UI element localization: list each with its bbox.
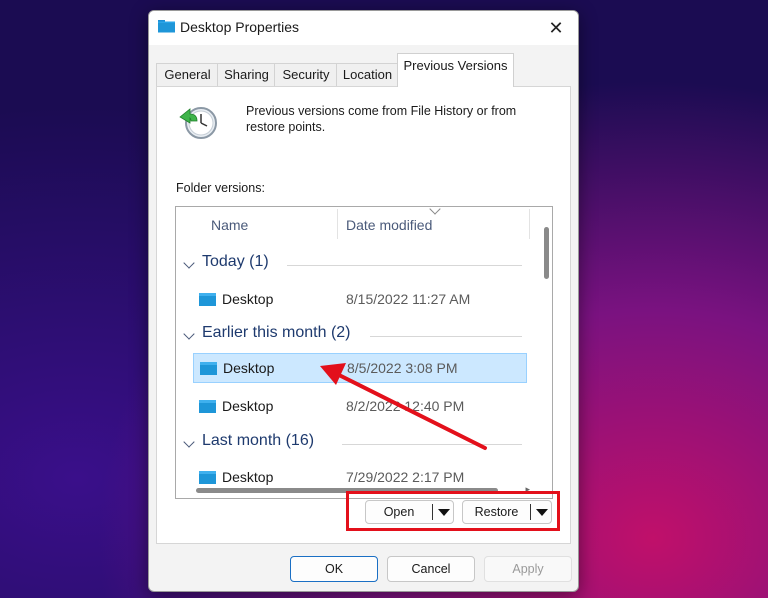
chevron-down-icon	[183, 436, 195, 448]
close-button[interactable]: ✕	[542, 15, 570, 41]
folder-icon	[199, 400, 216, 413]
group-last-month[interactable]: Last month (16)	[182, 432, 522, 456]
version-date: 7/29/2022 2:17 PM	[346, 469, 465, 485]
vertical-scrollbar[interactable]	[544, 227, 549, 279]
cancel-button[interactable]: Cancel	[387, 556, 475, 582]
chevron-down-icon	[183, 328, 195, 340]
apply-button: Apply	[484, 556, 572, 582]
version-name: Desktop	[222, 469, 274, 485]
ok-button[interactable]: OK	[290, 556, 378, 582]
versions-list[interactable]: Name Date modified Today (1) Desktop 8/1…	[175, 206, 553, 499]
group-divider	[370, 336, 522, 337]
group-title: Last month (16)	[202, 432, 315, 449]
close-icon: ✕	[548, 18, 564, 38]
version-date: 8/5/2022 3:08 PM	[347, 360, 458, 376]
title-bar[interactable]: Desktop Properties ✕	[149, 11, 578, 45]
clock-restore-icon	[179, 107, 217, 139]
group-today[interactable]: Today (1)	[182, 253, 522, 277]
group-divider	[342, 444, 522, 445]
folder-icon	[158, 20, 175, 33]
column-header-name[interactable]: Name	[211, 217, 248, 233]
tab-location[interactable]: Location	[336, 63, 399, 86]
version-name: Desktop	[222, 291, 274, 307]
window-title: Desktop Properties	[180, 19, 300, 35]
previous-versions-panel: Previous versions come from File History…	[156, 86, 571, 544]
chevron-down-icon	[183, 257, 195, 269]
version-date: 8/15/2022 11:27 AM	[346, 291, 471, 307]
tab-general[interactable]: General	[156, 63, 219, 86]
column-divider[interactable]	[337, 209, 338, 239]
info-description: Previous versions come from File History…	[246, 104, 517, 134]
column-divider[interactable]	[529, 209, 530, 239]
version-name: Desktop	[222, 398, 274, 414]
group-title: Today (1)	[202, 253, 269, 270]
version-row[interactable]: Desktop 8/2/2022 12:40 PM	[193, 392, 527, 422]
annotation-highlight-box	[346, 491, 560, 531]
tab-sharing[interactable]: Sharing	[217, 63, 276, 86]
group-title: Earlier this month (2)	[202, 324, 351, 341]
group-earlier-this-month[interactable]: Earlier this month (2)	[182, 324, 522, 348]
tab-security[interactable]: Security	[274, 63, 338, 86]
group-divider	[287, 265, 522, 266]
version-date: 8/2/2022 12:40 PM	[346, 398, 465, 414]
version-name: Desktop	[223, 360, 275, 376]
version-row-selected[interactable]: Desktop 8/5/2022 3:08 PM	[193, 353, 527, 383]
sort-indicator-icon	[429, 207, 441, 215]
folder-icon	[199, 293, 216, 306]
folder-icon	[199, 471, 216, 484]
tab-strip: General Sharing Security Location Previo…	[156, 53, 571, 87]
folder-versions-label: Folder versions:	[176, 181, 265, 195]
column-header-date[interactable]: Date modified	[346, 217, 432, 233]
version-row[interactable]: Desktop 8/15/2022 11:27 AM	[193, 285, 527, 315]
folder-icon	[200, 362, 217, 375]
tab-previous-versions[interactable]: Previous Versions	[397, 53, 514, 87]
